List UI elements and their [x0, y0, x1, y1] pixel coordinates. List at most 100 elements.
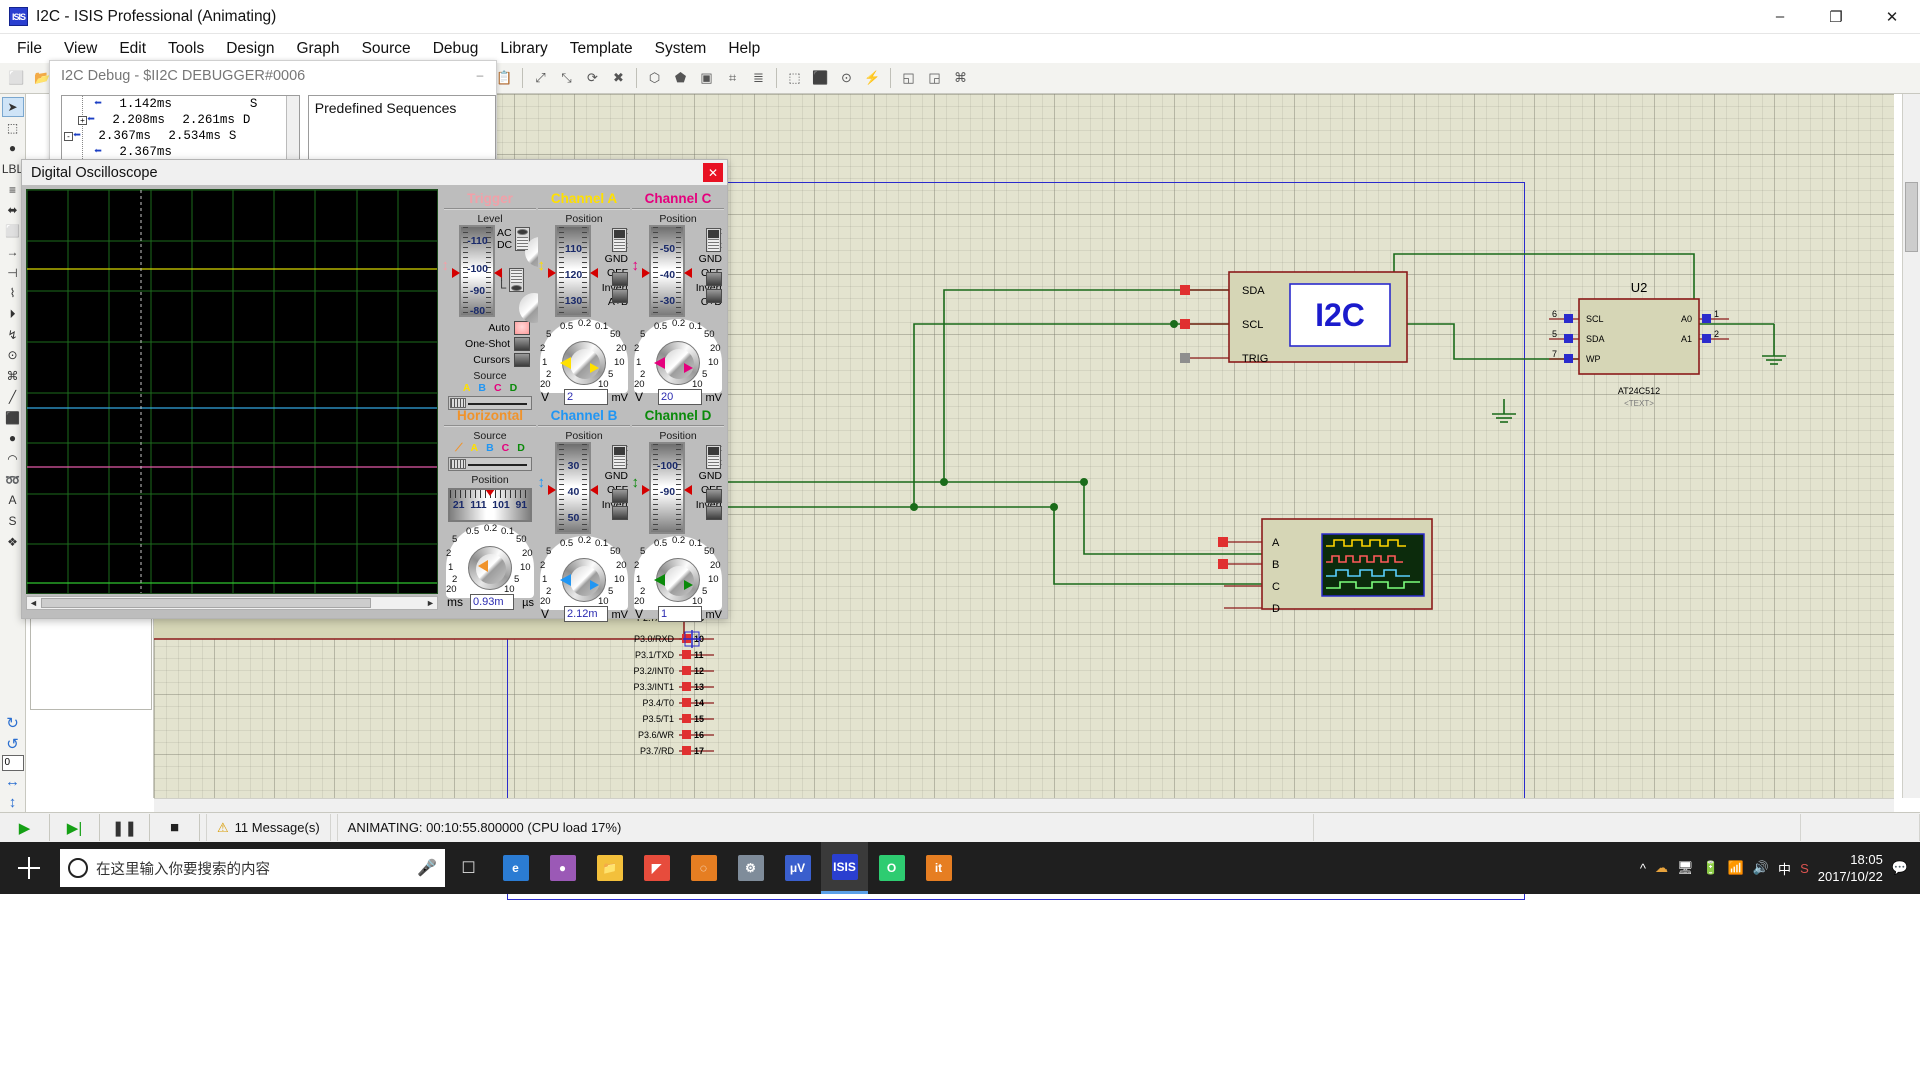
block-rotate-icon[interactable]: ⤢ — [528, 66, 553, 91]
new-file-icon[interactable]: ◲ — [922, 66, 947, 91]
taskbar-clock[interactable]: 18:05 2017/10/22 — [1818, 851, 1883, 885]
file-explorer-icon[interactable]: 📁 — [586, 842, 633, 894]
menu-item-source[interactable]: Source — [351, 37, 422, 61]
chevron-up-icon[interactable]: ^ — [1640, 861, 1646, 876]
channel-invert-button[interactable] — [706, 489, 722, 503]
channel-sum-button[interactable] — [706, 289, 722, 303]
trigger-updown-arrows[interactable]: ↕ — [441, 258, 449, 273]
pdf-icon[interactable]: ◤ — [633, 842, 680, 894]
pick-device-icon[interactable]: ⟳ — [580, 66, 605, 91]
channel-updown-arrows[interactable]: ↕ — [631, 475, 639, 490]
new-file-icon[interactable]: ⬜ — [4, 66, 29, 91]
i2c-trace-row[interactable]: - ⬅ 2.367ms 2.534ms S — [62, 128, 299, 144]
design-explorer-icon[interactable]: ⬛ — [808, 66, 833, 91]
property-assign-icon[interactable]: ⬚ — [782, 66, 807, 91]
source-channel-d[interactable]: D — [510, 382, 518, 394]
i2c-debug-window[interactable]: I2C Debug - $II2C DEBUGGER#0006 – ⬅ 1.14… — [49, 60, 497, 168]
monitor-icon[interactable]: 🖥 — [1677, 860, 1694, 876]
step-icon[interactable]: ▶| — [50, 814, 100, 841]
junction-dot-icon[interactable]: ● — [2, 139, 24, 159]
keil-icon[interactable]: μV — [774, 842, 821, 894]
channel-position-slider[interactable]: 110 120 130 ↕ — [537, 225, 599, 317]
horizontal-value[interactable]: 0.93m — [470, 594, 514, 610]
rotate-cw-icon[interactable]: ↻ — [2, 713, 24, 733]
wire-autorouter-icon[interactable]: ≣ — [746, 66, 771, 91]
battery-icon[interactable]: 🔋 — [1702, 860, 1718, 876]
source-channel-d[interactable]: D — [517, 442, 525, 455]
minimize-icon[interactable]: – — [466, 64, 494, 86]
close-button[interactable]: ✕ — [1864, 0, 1920, 34]
security-icon[interactable]: S — [1800, 861, 1809, 876]
canvas-horizontal-scrollbar[interactable] — [154, 798, 1894, 812]
decompose-icon[interactable]: ⬡ — [642, 66, 667, 91]
channel-invert-button[interactable] — [706, 272, 722, 286]
channel-sum-button[interactable] — [706, 506, 722, 520]
trigger-coupling-ac[interactable]: AC — [497, 227, 512, 239]
digital-oscilloscope-window[interactable]: Digital Oscilloscope ✕ ◄ ► Trigger Level… — [21, 159, 728, 622]
maximize-button[interactable]: ❐ — [1808, 0, 1864, 34]
channel-sum-button[interactable] — [612, 289, 628, 303]
component-mode-icon[interactable]: ⬚ — [2, 118, 24, 138]
menu-item-system[interactable]: System — [644, 37, 718, 61]
selection-mode-icon[interactable]: ➤ — [1, 97, 24, 117]
volume-icon[interactable]: 🔊 — [1753, 860, 1769, 876]
channel-coupling-switch[interactable] — [612, 445, 627, 469]
new-sheet-icon[interactable]: ⊙ — [834, 66, 859, 91]
screen-horizontal-scrollbar[interactable]: ◄ ► — [26, 596, 438, 610]
ime-cn-icon[interactable]: 中 — [1778, 859, 1791, 878]
horizontal-position-ruler[interactable]: 21 111 101 91 — [448, 488, 532, 522]
open-file-icon[interactable]: ⌘ — [948, 66, 973, 91]
play-icon[interactable]: ▶ — [0, 814, 50, 841]
channel-position-slider[interactable]: -100 -90 ↕ — [631, 442, 693, 534]
horizontal-source-slider[interactable] — [448, 457, 532, 471]
windows-start-icon[interactable] — [0, 842, 58, 894]
channel-position-slider[interactable]: -50 -40 -30 ↕ — [631, 225, 693, 317]
channel-updown-arrows[interactable]: ↕ — [537, 258, 545, 273]
menu-item-file[interactable]: File — [6, 37, 53, 61]
channel-value[interactable]: 2.12m — [564, 606, 608, 622]
channel-coupling-switch[interactable] — [706, 228, 721, 252]
notification-icon[interactable]: 💬 — [1892, 860, 1908, 876]
make-device-icon[interactable]: ✖ — [606, 66, 631, 91]
channel-value[interactable]: 1 — [658, 606, 702, 622]
minimize-button[interactable]: – — [1752, 0, 1808, 34]
i2c-trace-row[interactable]: ⬅ 2.367ms — [62, 144, 299, 160]
menu-item-template[interactable]: Template — [559, 37, 644, 61]
netlist-icon[interactable]: ⌗ — [720, 66, 745, 91]
block-delete-icon[interactable]: ⤡ — [554, 66, 579, 91]
channel-position-slider[interactable]: 30 40 50 ↕ — [537, 442, 599, 534]
debug-list-scrollbar[interactable] — [285, 96, 299, 167]
source-channel-c[interactable]: C — [502, 442, 510, 455]
menu-item-view[interactable]: View — [53, 37, 108, 61]
menu-item-debug[interactable]: Debug — [422, 37, 490, 61]
i2c-trace-list[interactable]: ⬅ 1.142ms S + ⬅ 2.208ms 2.261ms D - ⬅ 2.367ms… — [61, 95, 300, 167]
settings-icon[interactable]: ⚙ — [727, 842, 774, 894]
scroll-left-arrow[interactable]: ◄ — [27, 597, 40, 609]
source-channel-⟋[interactable]: ⟋ — [455, 442, 462, 455]
trigger-auto-button[interactable] — [514, 321, 530, 335]
menu-item-library[interactable]: Library — [489, 37, 558, 61]
source-channel-c[interactable]: C — [494, 382, 502, 394]
channel-invert-button[interactable] — [612, 489, 628, 503]
source-channel-b[interactable]: B — [478, 382, 486, 394]
channel-updown-arrows[interactable]: ↕ — [631, 258, 639, 273]
trigger-source-slider[interactable] — [448, 396, 532, 410]
opera-icon[interactable]: O — [868, 842, 915, 894]
microphone-icon[interactable]: 🎤 — [417, 858, 437, 878]
menu-item-design[interactable]: Design — [215, 37, 285, 61]
i2c-trace-row[interactable]: + ⬅ 2.208ms 2.261ms D — [62, 112, 299, 128]
channel-invert-button[interactable] — [612, 272, 628, 286]
browser-icon[interactable]: ● — [539, 842, 586, 894]
rotation-value-field[interactable]: 0 — [1, 754, 24, 771]
trigger-coupling-dc[interactable]: DC — [497, 239, 512, 251]
messages-cell[interactable]: ⚠ 11 Message(s) — [206, 814, 331, 841]
trigger-one-shot-button[interactable] — [514, 337, 530, 351]
erc-icon[interactable]: ▣ — [694, 66, 719, 91]
pause-icon[interactable]: ❚❚ — [100, 814, 150, 841]
tree-expander[interactable]: + — [78, 116, 87, 125]
search-app-icon[interactable]: ◌ — [680, 842, 727, 894]
menu-item-tools[interactable]: Tools — [157, 37, 215, 61]
network-icon[interactable]: 📶 — [1728, 860, 1744, 876]
edge-icon[interactable]: e — [492, 842, 539, 894]
mirror-x-icon[interactable]: ↔ — [2, 772, 24, 792]
